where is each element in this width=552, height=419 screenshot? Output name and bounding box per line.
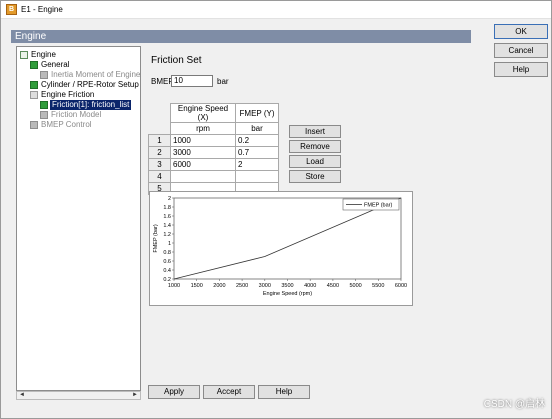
row-number[interactable]: 3 <box>148 158 171 171</box>
apply-button[interactable]: Apply <box>148 385 200 399</box>
table-row: 3 6000 2 <box>148 158 279 171</box>
table-unit-row: rpm bar <box>148 122 279 135</box>
help-button-bottom[interactable]: Help <box>258 385 310 399</box>
tree-item-label: General <box>41 60 70 69</box>
cell-x[interactable]: 3000 <box>170 146 236 159</box>
cell-y[interactable]: 0.2 <box>235 134 279 147</box>
unit-y: bar <box>235 122 279 135</box>
x-tick-label: 5000 <box>349 283 361 289</box>
tree-item-label: Engine <box>31 50 56 59</box>
legend-label: FMEP (bar) <box>364 203 392 209</box>
y-tick-label: 0.6 <box>163 259 171 265</box>
cell-x[interactable]: 1000 <box>170 134 236 147</box>
tree-item-label: Friction Model <box>51 110 102 119</box>
x-tick-label: 3500 <box>281 283 293 289</box>
scroll-right-icon[interactable]: ► <box>132 392 138 399</box>
tree-gray-icon <box>40 71 48 79</box>
tree-green-icon <box>40 101 48 109</box>
tree-item-label: BMEP Control <box>41 120 92 129</box>
scroll-left-icon[interactable]: ◄ <box>19 392 25 399</box>
x-tick-label: 4000 <box>304 283 316 289</box>
x-tick-label: 3000 <box>259 283 271 289</box>
row-number[interactable]: 4 <box>148 170 171 183</box>
panel-title: Engine <box>11 30 471 43</box>
table-row: 1 1000 0.2 <box>148 134 279 147</box>
y-tick-label: 1 <box>168 241 171 247</box>
y-tick-label: 0.4 <box>163 268 171 274</box>
ok-button[interactable]: OK <box>494 24 548 39</box>
x-tick-label: 1000 <box>168 283 180 289</box>
app-icon: B <box>6 4 17 15</box>
y-tick-label: 2 <box>168 196 171 202</box>
engine-window: B E1 - Engine Engine Engine General Iner… <box>0 0 552 419</box>
tree-green-icon <box>30 61 38 69</box>
tree-green-icon <box>30 81 38 89</box>
cell-y[interactable]: 2 <box>235 158 279 171</box>
cell-y[interactable] <box>235 170 279 183</box>
x-tick-label: 5500 <box>372 283 384 289</box>
row-number[interactable]: 2 <box>148 146 171 159</box>
help-button[interactable]: Help <box>494 62 548 77</box>
tree-view[interactable]: Engine General Inertia Moment of Engine … <box>16 46 141 391</box>
friction-table: Engine Speed (X) FMEP (Y) rpm bar 1 1000… <box>148 103 279 195</box>
x-tick-label: 2500 <box>236 283 248 289</box>
tree-item-label: Inertia Moment of Engine - <box>51 70 141 79</box>
accept-button[interactable]: Accept <box>203 385 255 399</box>
remove-button[interactable]: Remove <box>289 140 341 153</box>
section-title: Friction Set <box>151 55 202 66</box>
row-number[interactable]: 1 <box>148 134 171 147</box>
tree-doc-icon <box>30 91 38 99</box>
y-tick-label: 1.8 <box>163 205 171 211</box>
cell-x[interactable] <box>170 170 236 183</box>
table-header-row: Engine Speed (X) FMEP (Y) <box>148 103 279 123</box>
cancel-button[interactable]: Cancel <box>494 43 548 58</box>
y-tick-label: 0.8 <box>163 250 171 256</box>
bmep-input[interactable]: 10 <box>171 75 213 87</box>
cell-x[interactable]: 6000 <box>170 158 236 171</box>
column-header-x[interactable]: Engine Speed (X) <box>170 103 236 123</box>
fmep-chart: 1000 1500 2000 2500 3000 3500 4000 4500 5000 5500… <box>149 191 413 306</box>
y-tick-label: 0.2 <box>163 277 171 283</box>
tree-item-label: Cylinder / RPE-Rotor Setup <box>41 80 139 89</box>
watermark: CSDN @启林 <box>483 399 545 410</box>
tree-horizontal-scrollbar[interactable]: ◄ ► <box>16 391 141 400</box>
x-axis-label: Engine Speed (rpm) <box>263 291 312 297</box>
table-row: 2 3000 0.7 <box>148 146 279 159</box>
table-row: 4 <box>148 170 279 183</box>
x-tick-label: 4500 <box>327 283 339 289</box>
bmep-unit: bar <box>217 77 229 86</box>
table-corner <box>148 122 171 135</box>
tree-gray-icon <box>40 111 48 119</box>
y-tick-label: 1.2 <box>163 232 171 238</box>
store-button[interactable]: Store <box>289 170 341 183</box>
cell-y[interactable]: 0.7 <box>235 146 279 159</box>
tree-gray-icon <box>30 121 38 129</box>
tree-item-label: Friction[1]: friction_list <box>50 100 132 110</box>
x-tick-label: 1500 <box>191 283 203 289</box>
column-header-y[interactable]: FMEP (Y) <box>235 103 279 123</box>
y-axis-label: FMEP (bar) <box>153 224 159 252</box>
x-tick-label: 6000 <box>395 283 407 289</box>
y-tick-label: 1.6 <box>163 214 171 220</box>
chart-svg: 1000 1500 2000 2500 3000 3500 4000 4500 5000 5500… <box>153 196 407 297</box>
unit-x: rpm <box>170 122 236 135</box>
load-button[interactable]: Load <box>289 155 341 168</box>
table-corner <box>148 103 171 123</box>
y-tick-label: 1.4 <box>163 223 171 229</box>
insert-button[interactable]: Insert <box>289 125 341 138</box>
x-tick-label: 2000 <box>213 283 225 289</box>
window-title: E1 - Engine <box>21 5 63 14</box>
tree-root-icon <box>20 51 28 59</box>
tree-item-label: Engine Friction <box>41 90 95 99</box>
title-bar: B E1 - Engine <box>1 1 551 19</box>
